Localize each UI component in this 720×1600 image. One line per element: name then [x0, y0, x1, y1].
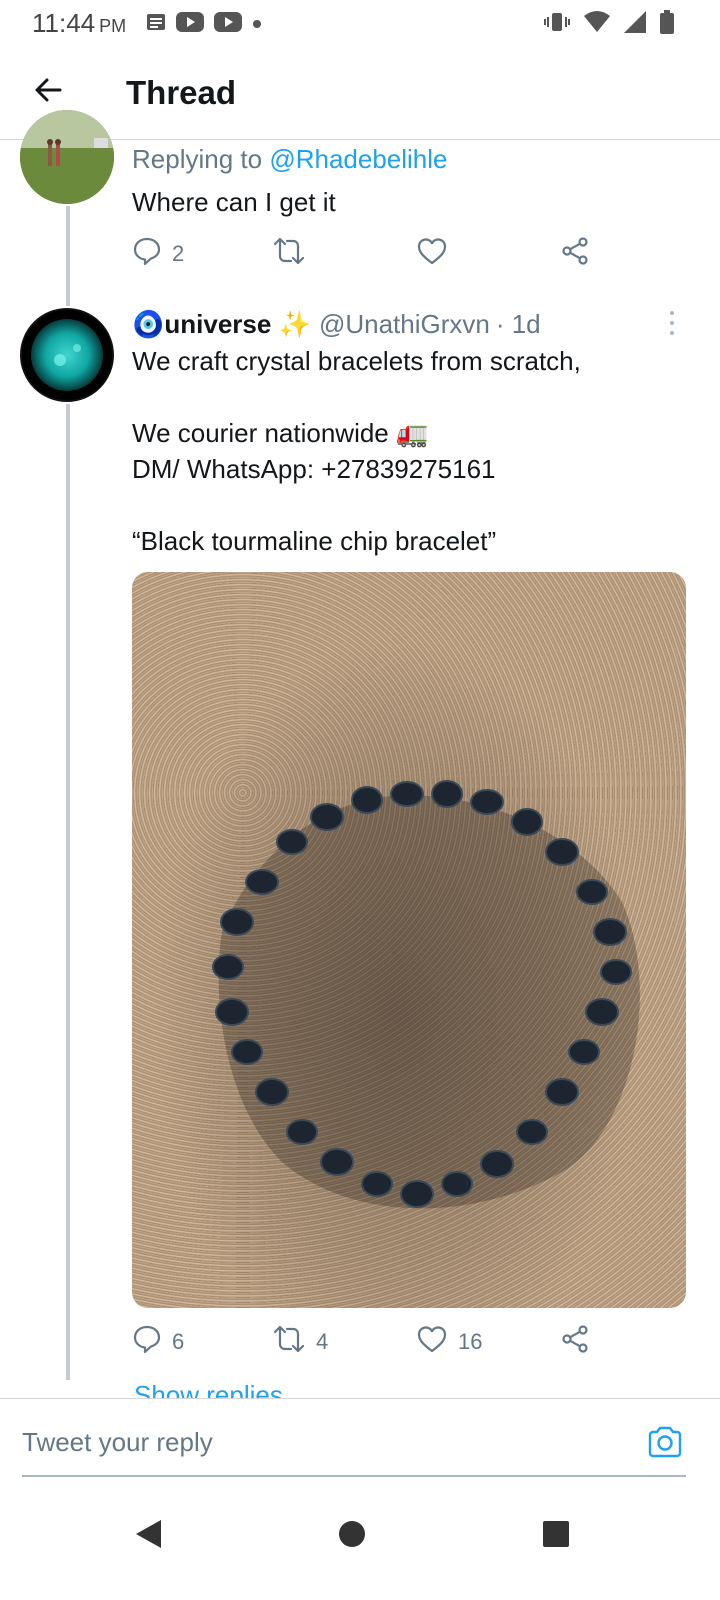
like-count: 16: [458, 1329, 483, 1354]
status-ampm: PM: [99, 16, 127, 36]
nav-recents-button[interactable]: [532, 1512, 580, 1560]
tweet-actions: 6 4 16: [132, 1320, 612, 1364]
app-bar: Thread: [0, 48, 720, 140]
sparkles-emoji: ✨: [278, 309, 311, 339]
tweet-actions: 2: [132, 232, 612, 276]
share-button[interactable]: [560, 1320, 590, 1364]
triangle-back-icon: [133, 1518, 163, 1555]
reply-input[interactable]: Tweet your reply: [22, 1427, 213, 1458]
retweet-icon: [272, 236, 306, 272]
nav-home-button[interactable]: [328, 1512, 376, 1560]
retweet-icon: [272, 1324, 306, 1360]
reply-button[interactable]: 6: [132, 1320, 184, 1364]
news-icon: [146, 13, 166, 36]
reply-icon: [132, 236, 162, 272]
replying-handle-link[interactable]: @Rhadebelihle: [269, 144, 447, 174]
display-name[interactable]: 🧿universe ✨: [132, 306, 311, 342]
tweet-media-image[interactable]: [132, 572, 686, 1308]
camera-icon: [646, 1426, 684, 1465]
share-button[interactable]: [560, 232, 590, 276]
wifi-icon: [584, 11, 610, 38]
reply-input-underline: [22, 1475, 686, 1477]
nazar-emoji: 🧿: [132, 309, 165, 339]
heart-icon: [416, 1324, 448, 1360]
reply-count: 2: [172, 241, 185, 266]
tweet-line: We courier nationwide 🚛: [132, 418, 429, 448]
reply-count: 6: [172, 1329, 185, 1354]
replying-to: Replying to @Rhadebelihle: [132, 144, 448, 175]
reply-composer: Tweet your reply: [0, 1398, 720, 1480]
youtube-icon: [214, 12, 242, 37]
vibrate-icon: [544, 11, 570, 38]
reply-icon: [132, 1324, 162, 1360]
reply-button[interactable]: 2: [132, 232, 184, 276]
tweet-time: · 1d: [495, 309, 541, 339]
user-handle[interactable]: @UnathiGrxvn: [319, 306, 490, 342]
tweet-text: Where can I get it: [132, 187, 336, 217]
status-bar: 11:44 PM: [0, 0, 720, 44]
replying-prefix: Replying to: [132, 144, 263, 174]
system-nav-bar: [0, 1490, 720, 1600]
tweet-header: 🧿universe ✨ @UnathiGrxvn · 1d: [132, 306, 541, 342]
like-button[interactable]: 16: [416, 1320, 482, 1364]
tweet-line-spacer: [132, 487, 581, 523]
retweet-button[interactable]: 4: [272, 1320, 328, 1364]
page-title: Thread: [126, 74, 237, 111]
thread-connector-line: [66, 206, 70, 306]
retweet-button[interactable]: [272, 232, 316, 276]
share-icon: [560, 1324, 590, 1360]
nav-back-button[interactable]: [124, 1512, 172, 1560]
thread-connector-line: [66, 404, 70, 1380]
status-clock: 11:44: [32, 8, 96, 38]
avatar[interactable]: [20, 308, 114, 402]
youtube-icon: [176, 12, 204, 37]
battery-icon: [660, 10, 674, 39]
more-vertical-icon: [670, 331, 674, 335]
back-button[interactable]: [24, 68, 72, 116]
notification-icons: [146, 12, 262, 37]
bracelet-image: [212, 780, 640, 1209]
camera-button[interactable]: [646, 1423, 684, 1461]
system-icons: [544, 10, 674, 39]
more-vertical-icon: [670, 321, 674, 325]
dot-icon: [252, 16, 262, 34]
tweet-line-spacer: [132, 379, 581, 415]
show-replies-link[interactable]: Show replies: [134, 1380, 283, 1398]
more-options-button[interactable]: [660, 308, 684, 338]
heart-icon: [416, 236, 448, 272]
tweet-text: We craft crystal bracelets from scratch,…: [132, 343, 581, 559]
status-time: 11:44 PM: [32, 8, 126, 39]
like-button[interactable]: [416, 232, 458, 276]
signal-icon: [624, 11, 646, 38]
tweet-line: DM/ WhatsApp: +27839275161: [132, 454, 496, 484]
circle-home-icon: [337, 1519, 367, 1554]
arrow-left-icon: [32, 74, 64, 111]
display-name-text: universe: [164, 309, 272, 339]
avatar[interactable]: [20, 110, 114, 204]
share-icon: [560, 236, 590, 272]
retweet-count: 4: [316, 1329, 329, 1354]
more-vertical-icon: [670, 311, 674, 315]
tweet-line: We craft crystal bracelets from scratch,: [132, 346, 581, 376]
square-recents-icon: [542, 1520, 570, 1553]
tweet-line: “Black tourmaline chip bracelet”: [132, 526, 497, 556]
